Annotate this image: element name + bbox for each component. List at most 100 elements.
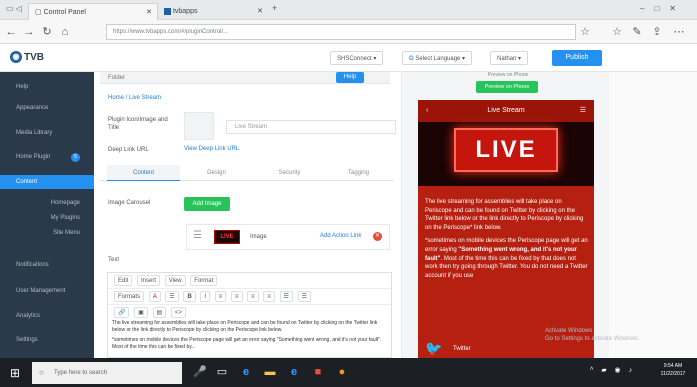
refresh-icon[interactable]: ↻ <box>40 24 54 40</box>
tab-design[interactable]: Design <box>180 165 253 181</box>
twitter-icon: 🐦 <box>425 340 443 357</box>
font-color-button[interactable]: A <box>148 291 161 302</box>
taskbar-clock[interactable]: 9:54 AM 11/22/2017 <box>654 362 692 382</box>
new-tab-button[interactable]: + <box>272 3 284 17</box>
sidebar-item-label: Home Plugin <box>16 154 51 160</box>
align-icon[interactable]: ☰ <box>165 291 179 302</box>
back-icon[interactable]: ← <box>4 24 18 40</box>
ie-icon[interactable]: e <box>286 364 302 380</box>
menu-view[interactable]: View <box>164 275 186 286</box>
plugin-icon-upload[interactable] <box>184 112 214 140</box>
task-view-icon[interactable]: ▭ <box>214 364 230 380</box>
text-fragment: . Most of the time this can be fixed by … <box>425 255 588 279</box>
preview-on-phone-button[interactable]: Preview on Phone <box>476 81 538 93</box>
bold-button[interactable]: B <box>183 291 196 302</box>
phone-title-bar: ‹ Live Stream ☰ <box>418 100 594 122</box>
favorites-icon[interactable]: ☆ <box>610 24 624 40</box>
language-dropdown[interactable]: G Select Language ▾ <box>402 51 473 65</box>
numbered-list-icon[interactable]: ☰ <box>297 291 311 302</box>
tab-security[interactable]: Security <box>253 165 326 181</box>
connect-dropdown[interactable]: SHSConnect ▾ <box>330 51 384 65</box>
menu-insert[interactable]: Insert <box>137 275 161 286</box>
sidebar-item-site-menu[interactable]: Site Menu <box>0 226 94 240</box>
app-logo[interactable]: ◉ TVB <box>10 50 44 66</box>
watermark-line: Go to Settings to activate Windows. <box>545 336 640 342</box>
window-controls[interactable]: –□✕ <box>640 4 695 16</box>
help-button[interactable]: Help <box>336 72 364 83</box>
editor-paragraph: *sometimes on mobile devices the Perisco… <box>112 337 382 350</box>
deep-link-label: Deep Link URL <box>108 147 149 153</box>
clock-date: 11/22/2017 <box>660 371 686 377</box>
right-margin <box>609 72 697 358</box>
search-placeholder: Type here to search <box>54 370 108 376</box>
notes-icon[interactable]: ✎ <box>630 24 644 40</box>
drag-handle-icon[interactable]: ☰ <box>193 230 205 242</box>
favorite-star-icon[interactable]: ☆ <box>578 24 592 40</box>
carousel-thumbnail: LIVE <box>214 230 240 244</box>
text-label: Text <box>108 257 120 263</box>
sidebar-item-help[interactable]: Help <box>0 80 94 94</box>
browser-tab-tvbapps[interactable]: tvbapps ✕ <box>158 3 268 20</box>
close-tab-icon[interactable]: ✕ <box>146 4 152 21</box>
sidebar-item-content[interactable]: Content <box>0 175 94 189</box>
sidebar-item-analytics[interactable]: Analytics <box>0 309 94 323</box>
sidebar-item-appearance[interactable]: Appearance <box>0 101 94 115</box>
add-image-button[interactable]: Add Image <box>184 197 230 211</box>
edge-icon[interactable]: e <box>238 364 254 380</box>
site-favicon-icon <box>164 7 171 15</box>
formats-dropdown[interactable]: Formats <box>114 291 145 302</box>
sidebar-item-settings[interactable]: Settings <box>0 333 94 347</box>
image-icon[interactable]: ▣ <box>134 307 148 318</box>
sidebar-item-notifications[interactable]: Notifications <box>0 258 94 272</box>
office-icon[interactable]: ■ <box>310 364 326 380</box>
menu-edit[interactable]: Edit <box>114 275 133 286</box>
browser-tab-control-panel[interactable]: ▢ Control Panel ✕ <box>28 3 158 20</box>
back-chevron-icon[interactable]: ‹ <box>426 100 428 122</box>
tab-actions-icon[interactable]: ▭ ◁ <box>6 4 24 16</box>
deep-link-link[interactable]: View Deep Link URL <box>184 146 239 152</box>
editor-menu-row: Edit Insert View Format <box>108 273 391 289</box>
italic-button[interactable]: I <box>200 291 211 302</box>
activation-watermark: Activate Windows Go to Settings to activ… <box>545 327 685 343</box>
sidebar-item-homepage[interactable]: Homepage <box>0 196 94 210</box>
link-icon[interactable]: 🔗 <box>114 307 130 318</box>
forward-icon[interactable]: → <box>22 24 36 40</box>
more-icon[interactable]: ⋯ <box>672 24 686 40</box>
close-tab-icon[interactable]: ✕ <box>257 3 263 20</box>
sidebar-item-home-plugin[interactable]: Home Plugin 5 <box>0 150 94 164</box>
mic-icon[interactable]: 🎤 <box>192 364 208 380</box>
tab-content[interactable]: Content <box>107 165 180 181</box>
editor-content[interactable]: The live streaming for assemblies will t… <box>112 320 387 358</box>
media-icon[interactable]: ▤ <box>152 307 167 318</box>
publish-button[interactable]: Publish <box>552 50 602 66</box>
address-bar[interactable]: https://www.tvbapps.com/#/pluginControl/… <box>106 24 576 40</box>
share-icon[interactable]: ⇪ <box>650 24 664 40</box>
sidebar-item-my-plugins[interactable]: My Plugins <box>0 211 94 225</box>
connect-label: SHSConnect <box>337 56 372 62</box>
system-tray-icons[interactable]: ^ ▰ ◉ ♪ <box>590 366 650 378</box>
user-dropdown[interactable]: Nathan ▾ <box>490 51 529 65</box>
menu-format[interactable]: Format <box>190 275 218 286</box>
add-action-link[interactable]: Add Action Link <box>320 233 361 239</box>
delete-image-icon[interactable]: ✕ <box>373 232 382 241</box>
bullet-list-icon[interactable]: ☰ <box>279 291 293 302</box>
menu-icon[interactable]: ☰ <box>580 100 586 122</box>
align-left-icon[interactable]: ≡ <box>214 291 227 302</box>
align-center-icon[interactable]: ≡ <box>230 291 243 302</box>
chrome-icon[interactable]: ● <box>334 364 350 380</box>
sidebar-item-media-library[interactable]: Media Library <box>0 126 94 140</box>
phone-title: Live Stream <box>487 107 525 114</box>
taskbar-search[interactable]: ○ Type here to search <box>32 362 182 384</box>
tab-tagging[interactable]: Tagging <box>322 165 395 181</box>
sidebar-item-user-management[interactable]: User Management <box>0 284 94 298</box>
title-input[interactable]: Live Stream <box>226 120 396 134</box>
breadcrumb[interactable]: Home / Live Stream <box>108 95 161 101</box>
file-explorer-icon[interactable]: ▬ <box>262 364 278 380</box>
windows-start-icon[interactable]: ⊞ <box>10 366 24 380</box>
clock-time: 9:54 AM <box>663 363 683 369</box>
justify-icon[interactable]: ≡ <box>263 291 275 302</box>
page-icon: ▢ <box>35 9 44 16</box>
align-right-icon[interactable]: ≡ <box>247 291 259 302</box>
code-icon[interactable]: <> <box>170 307 186 318</box>
home-icon[interactable]: ⌂ <box>58 24 72 40</box>
